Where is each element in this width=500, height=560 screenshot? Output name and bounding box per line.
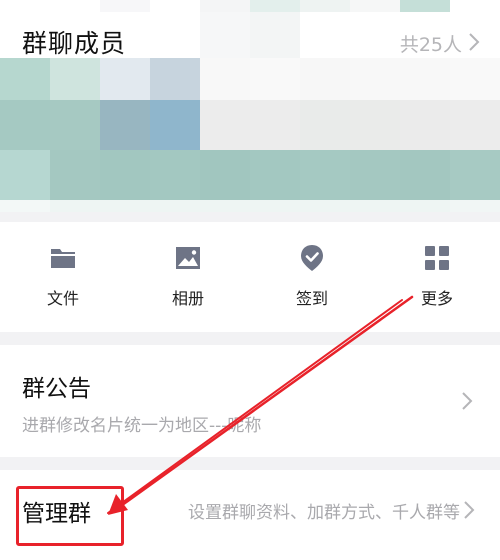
group-members-section[interactable]: 群聊成员 共25人	[0, 0, 500, 212]
chevron-right-icon[interactable]	[466, 32, 482, 52]
tool-more[interactable]: 更多	[387, 244, 487, 324]
announcement-title: 群公告	[22, 376, 91, 402]
chevron-right-icon	[462, 392, 473, 410]
annotation-highlight-box	[16, 486, 124, 546]
folder-icon	[51, 249, 75, 268]
chevron-right-icon	[464, 501, 475, 519]
group-members-title: 群聊成员	[22, 29, 127, 58]
group-settings-page: 群聊成员 共25人 文件 相册 签到 更多 群公告 进群修改名片统一为地区---…	[0, 0, 500, 560]
tool-album[interactable]: 相册	[138, 244, 238, 324]
check-badge-icon	[301, 245, 323, 271]
group-announcement-row[interactable]: 群公告 进群修改名片统一为地区---昵称	[0, 345, 500, 457]
tool-label-more: 更多	[420, 289, 453, 308]
tool-files[interactable]: 文件	[13, 244, 113, 324]
grid-icon	[425, 246, 449, 270]
tool-checkin[interactable]: 签到	[262, 244, 362, 324]
manage-group-description: 设置群聊资料、加群方式、千人群等	[188, 503, 460, 523]
tool-label-files: 文件	[46, 289, 79, 308]
announcement-text: 进群修改名片统一为地区---昵称	[22, 416, 262, 436]
group-tools-row: 文件 相册 签到 更多	[0, 222, 500, 332]
tool-label-album: 相册	[171, 289, 204, 308]
member-count[interactable]: 共25人	[400, 30, 462, 57]
image-icon	[176, 247, 200, 269]
tool-label-checkin: 签到	[295, 289, 328, 308]
